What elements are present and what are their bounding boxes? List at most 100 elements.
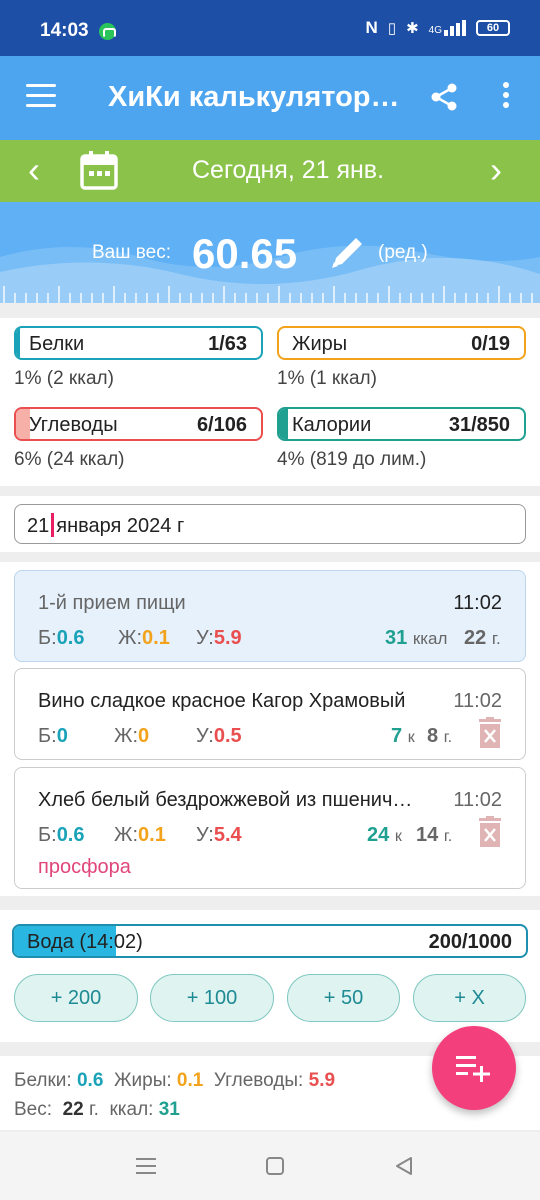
food-protein: 0: [56, 725, 68, 747]
delete-icon[interactable]: [478, 816, 502, 848]
share-icon[interactable]: [430, 82, 458, 112]
fat-amount: 0/19: [471, 333, 510, 355]
food-kcal-unit: к: [407, 729, 415, 746]
date-input-day: 21: [27, 515, 50, 537]
water-amount: 200/1000: [428, 931, 512, 953]
calories-label: Калории: [292, 414, 372, 436]
protein-bar[interactable]: Белки 1/63: [14, 326, 263, 360]
calories-bar[interactable]: Калории 31/850: [277, 407, 526, 441]
add-water-200-button[interactable]: + 200: [14, 974, 138, 1022]
totals-protein: 0.6: [76, 1070, 104, 1091]
totals-weight-unit: г.: [89, 1099, 99, 1120]
home-icon[interactable]: [263, 1154, 287, 1178]
edit-weight-link[interactable]: (ред.): [378, 242, 428, 264]
fat-label: Жиры: [292, 333, 348, 355]
food-item-name: Хлеб белый бездрожжевой из пшенич…: [38, 789, 413, 811]
food-protein: 0.6: [56, 824, 85, 846]
add-water-50-button[interactable]: + 50: [287, 974, 400, 1022]
food-fat-label: Ж:: [114, 824, 139, 846]
meal-grams-unit: г.: [491, 629, 501, 648]
signal-icon: 4G: [429, 20, 466, 36]
add-food-button[interactable]: [432, 1026, 516, 1110]
totals-weight-label: Вес:: [14, 1099, 53, 1120]
add-water-100-button[interactable]: + 100: [150, 974, 274, 1022]
delete-icon[interactable]: [478, 717, 502, 749]
system-navigation-bar: [0, 1132, 540, 1200]
food-grams-unit: г.: [443, 828, 453, 845]
add-water-custom-button[interactable]: + X: [413, 974, 526, 1022]
fat-bar[interactable]: Жиры 0/19: [277, 326, 526, 360]
status-bar: 14:03 N ▯ ✱ 4G 60: [0, 0, 540, 56]
food-grams: 8: [427, 725, 439, 747]
meal-card: 1-й прием пищи 11:02 Б:0.6 Ж:0.1 У:5.9 3…: [0, 562, 540, 896]
food-kcal-unit: к: [394, 828, 402, 845]
food-fat: 0.1: [138, 824, 166, 846]
bluetooth-icon: ✱: [406, 20, 419, 37]
carbs-amount: 6/106: [196, 414, 247, 436]
meal-name: 1-й прием пищи: [38, 592, 186, 614]
weight-banner: Ваш вес: 60.65 (ред.): [0, 202, 540, 303]
totals-weight: 22: [62, 1099, 84, 1120]
pencil-icon[interactable]: [326, 232, 368, 274]
protein-fill: [16, 328, 20, 358]
totals-macros: Белки: 0.6 Жиры: 0.1 Углеводы: 5.9: [14, 1070, 335, 1092]
weight-value: 60.65: [192, 230, 298, 277]
food-item-name: Вино сладкое красное Кагор Храмовый: [38, 690, 406, 712]
weight-label: Ваш вес:: [92, 242, 171, 263]
calories-amount: 31/850: [448, 414, 510, 436]
meal-time: 11:02: [453, 592, 502, 614]
app-bar: ХиКи калькулятор…: [0, 56, 540, 140]
status-icons: N ▯ ✱ 4G 60: [366, 18, 510, 38]
menu-icon[interactable]: [26, 84, 56, 108]
protein-label: Белки: [29, 333, 85, 355]
meal-kcal: 31: [385, 627, 408, 649]
carbs-sub: 6% (24 ккал): [14, 449, 125, 470]
meal-fat-label: Ж:: [118, 627, 143, 649]
carbs-bar[interactable]: Углеводы 6/106: [14, 407, 263, 441]
protein-amount: 1/63: [208, 333, 247, 355]
food-protein-label: Б:: [38, 725, 57, 747]
meal-kcal-unit: ккал: [412, 629, 448, 648]
date-input-rest: января 2024 г: [56, 515, 185, 537]
totals-kcal-label: ккал:: [109, 1099, 154, 1120]
totals-carbs-label: Углеводы:: [213, 1070, 304, 1091]
current-date-label[interactable]: Сегодня, 21 янв.: [192, 156, 384, 185]
next-day-button[interactable]: ›: [490, 152, 502, 188]
battery-icon: 60: [476, 20, 510, 36]
notification-app-icon: [99, 23, 116, 40]
calendar-icon[interactable]: [80, 150, 118, 190]
date-input-field[interactable]: 21 января 2024 г: [14, 504, 526, 544]
food-carbs-label: У:: [196, 824, 214, 846]
food-kcal: 7: [391, 725, 403, 747]
food-item-time: 11:02: [453, 690, 502, 712]
previous-day-button[interactable]: ‹: [28, 152, 40, 188]
calories-sub: 4% (819 до лим.): [277, 449, 427, 470]
totals-protein-label: Белки:: [14, 1070, 72, 1091]
food-protein-label: Б:: [38, 824, 57, 846]
food-carbs: 0.5: [213, 725, 242, 747]
calories-fill: [279, 409, 288, 439]
food-item[interactable]: Вино сладкое красное Кагор Храмовый 11:0…: [14, 668, 526, 760]
app-title: ХиКи калькулятор…: [108, 81, 400, 113]
meal-protein: 0.6: [56, 627, 85, 649]
water-bar[interactable]: Вода (14:02) 200/1000: [12, 924, 528, 958]
text-caret: [51, 513, 55, 537]
date-input-card: 21 января 2024 г: [0, 496, 540, 552]
food-item-time: 11:02: [453, 789, 502, 811]
water-card: Вода (14:02) 200/1000 + 200 + 100 + 50 +…: [0, 910, 540, 1042]
food-kcal: 24: [367, 824, 390, 846]
more-options-icon[interactable]: [496, 82, 516, 112]
back-icon[interactable]: [392, 1154, 416, 1178]
food-grams-unit: г.: [443, 729, 453, 746]
fat-sub: 1% (1 ккал): [277, 368, 377, 389]
food-grams: 14: [416, 824, 439, 846]
totals-fat: 0.1: [176, 1070, 204, 1091]
recent-apps-icon[interactable]: [134, 1154, 158, 1178]
totals-kcal: 31: [158, 1099, 180, 1120]
meal-header[interactable]: 1-й прием пищи 11:02 Б:0.6 Ж:0.1 У:5.9 3…: [14, 570, 526, 662]
food-item[interactable]: Хлеб белый бездрожжевой из пшенич… 11:02…: [14, 767, 526, 889]
date-navigation-bar: ‹ Сегодня, 21 янв. ›: [0, 140, 540, 202]
meal-carbs-label: У:: [196, 627, 214, 649]
macros-card: Белки 1/63 1% (2 ккал) Жиры 0/19 1% (1 к…: [0, 318, 540, 486]
carbs-fill: [16, 409, 30, 439]
